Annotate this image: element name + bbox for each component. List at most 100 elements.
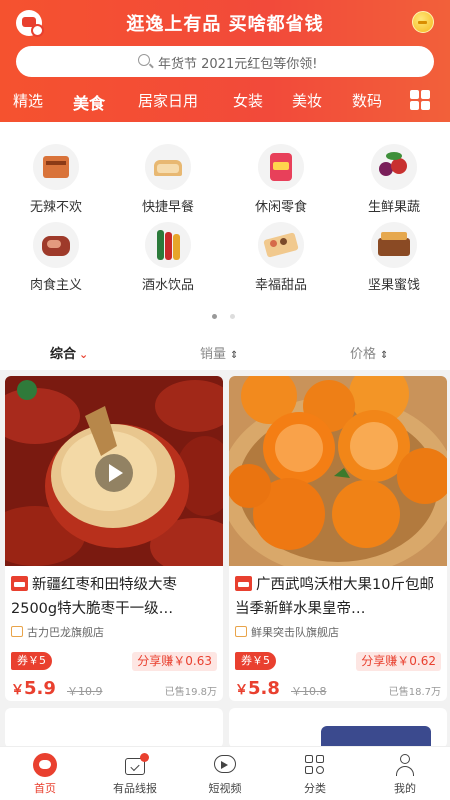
quick-category-item[interactable]: 生鲜果蔬 xyxy=(338,144,450,215)
drinks-bottle-icon xyxy=(145,222,191,268)
tab-mine[interactable]: 我的 xyxy=(360,753,450,796)
fresh-fruit-icon xyxy=(371,144,417,190)
price-currency: ￥ xyxy=(11,683,25,698)
shop-icon xyxy=(235,626,247,637)
quick-category-item[interactable]: 无辣不欢 xyxy=(0,144,112,215)
quick-category-label: 生鲜果蔬 xyxy=(367,200,420,215)
breakfast-bread-icon xyxy=(145,144,191,190)
price: ￥5.8 xyxy=(235,678,280,699)
quick-category-item[interactable]: 酒水饮品 xyxy=(112,222,224,293)
quick-category-item[interactable]: 肉食主义 xyxy=(0,222,112,293)
shop-name-text: 鲜果突击队旗舰店 xyxy=(251,626,339,639)
shop-name-text: 古力巴龙旗舰店 xyxy=(27,626,104,639)
meat-icon xyxy=(33,222,79,268)
tab-category[interactable]: 分类 xyxy=(270,753,360,796)
product-image-oranges[interactable] xyxy=(229,376,447,566)
app-slogan: 逛逸上有品 买啥都省钱 xyxy=(126,14,324,35)
quick-category-item[interactable]: 坚果蜜饯 xyxy=(338,222,450,293)
category-tab-meishi[interactable]: 美食 xyxy=(73,90,105,114)
play-video-icon[interactable] xyxy=(95,454,133,492)
user-profile-icon xyxy=(392,753,418,777)
pagination-dot xyxy=(230,314,235,319)
original-price: ￥10.8 xyxy=(291,685,327,698)
sort-label: 综合 xyxy=(50,347,77,362)
nuts-gift-box-icon xyxy=(371,222,417,268)
sold-count: 已售19.8万 xyxy=(164,687,217,698)
home-icon xyxy=(32,753,58,777)
search-icon xyxy=(138,54,150,66)
short-video-icon xyxy=(212,753,238,777)
top-row: 逛逸上有品 买啥都省钱 xyxy=(0,8,450,38)
app-header: 逛逸上有品 买啥都省钱 年货节 2021元红包等你领! 精选 美食 居家日用 女… xyxy=(0,0,450,122)
quick-category-label: 无辣不欢 xyxy=(29,200,82,215)
sort-price-button[interactable]: 价格 ⇕ xyxy=(350,343,388,362)
shop-name[interactable]: 鲜果突击队旗舰店 xyxy=(235,624,339,640)
quick-category-label: 快捷早餐 xyxy=(141,200,194,215)
carousel-pagination xyxy=(210,314,240,320)
tab-label: 首页 xyxy=(34,782,56,795)
share-earn-button[interactable]: 分享赚￥0.63 xyxy=(132,652,217,671)
search-placeholder: 年货节 2021元红包等你领! xyxy=(158,57,318,72)
snack-bag-icon xyxy=(258,144,304,190)
tab-label: 分类 xyxy=(304,782,326,795)
oranges-image xyxy=(229,376,447,566)
quick-category-item[interactable]: 休闲零食 xyxy=(225,144,337,215)
quick-category-item[interactable]: 快捷早餐 xyxy=(112,144,224,215)
product-card[interactable] xyxy=(5,708,223,748)
coupon-badge[interactable]: 券￥5 xyxy=(235,652,276,670)
category-tab-jujia[interactable]: 居家日用 xyxy=(138,90,198,111)
tab-label: 我的 xyxy=(394,782,416,795)
sort-label: 销量 xyxy=(200,347,227,362)
sort-label: 价格 xyxy=(350,347,377,362)
tab-home[interactable]: 首页 xyxy=(0,753,90,796)
quick-category-grid: 无辣不欢 快捷早餐 休闲零食 生鲜果蔬 肉食主义 酒水饮品 幸福甜品 坚果蜜饯 xyxy=(0,122,450,332)
product-title-text: 广西武鸣沃柑大果10斤包邮当季新鲜水果皇帝… xyxy=(235,577,434,617)
quick-category-label: 休闲零食 xyxy=(254,200,307,215)
tmall-badge-icon xyxy=(235,576,252,591)
quick-category-label: 坚果蜜饯 xyxy=(367,278,420,293)
price-value: 5.9 xyxy=(24,678,56,699)
price-currency: ￥ xyxy=(235,683,249,698)
bottom-tab-bar: 首页 有品线报 短视频 分类 我的 xyxy=(0,746,450,800)
category-tab-shuma[interactable]: 数码 xyxy=(352,90,382,111)
price: ￥5.9 xyxy=(11,678,56,699)
category-grid-icon xyxy=(302,753,328,777)
shop-name[interactable]: 古力巴龙旗舰店 xyxy=(11,624,104,640)
quick-category-item[interactable]: 幸福甜品 xyxy=(225,222,337,293)
quick-category-label: 幸福甜品 xyxy=(254,278,307,293)
product-title-text: 新疆红枣和田特级大枣2500g特大脆枣干一级… xyxy=(11,577,177,617)
original-price: ￥10.9 xyxy=(67,685,103,698)
coupon-badge[interactable]: 券￥5 xyxy=(11,652,52,670)
category-tab-jingxuan[interactable]: 精选 xyxy=(13,90,43,111)
tab-short-video[interactable]: 短视频 xyxy=(180,753,270,796)
sort-updown-icon: ⇕ xyxy=(380,350,389,361)
sold-count: 已售18.7万 xyxy=(388,687,441,698)
dessert-box-icon xyxy=(258,222,304,268)
product-title[interactable]: 广西武鸣沃柑大果10斤包邮当季新鲜水果皇帝… xyxy=(235,573,443,621)
price-value: 5.8 xyxy=(248,678,280,699)
tab-label: 有品线报 xyxy=(113,782,157,795)
share-earn-button[interactable]: 分享赚￥0.62 xyxy=(356,652,441,671)
category-tab-meizhuang[interactable]: 美妆 xyxy=(292,90,322,111)
product-image-partial xyxy=(321,726,431,748)
product-card[interactable]: 广西武鸣沃柑大果10斤包邮当季新鲜水果皇帝… 鲜果突击队旗舰店 券￥5 分享赚￥… xyxy=(229,376,447,701)
sort-updown-icon: ⇕ xyxy=(230,350,239,361)
tab-label: 短视频 xyxy=(208,782,242,795)
product-title[interactable]: 新疆红枣和田特级大枣2500g特大脆枣干一级… xyxy=(11,573,219,621)
sort-comprehensive-button[interactable]: 综合 ⌄ xyxy=(50,343,88,362)
category-tab-nvzhuang[interactable]: 女装 xyxy=(233,90,263,111)
all-categories-grid-icon[interactable] xyxy=(410,90,430,110)
tab-deals-news[interactable]: 有品线报 xyxy=(90,753,180,796)
sort-sales-button[interactable]: 销量 ⇕ xyxy=(200,343,238,362)
pagination-dot-active xyxy=(212,314,217,319)
tmall-badge-icon xyxy=(11,576,28,591)
category-nav: 精选 美食 居家日用 女装 美妆 数码 xyxy=(0,88,450,114)
coin-icon[interactable] xyxy=(412,11,434,33)
product-image-dates[interactable] xyxy=(5,376,223,566)
quick-category-label: 肉食主义 xyxy=(29,278,82,293)
quick-category-label: 酒水饮品 xyxy=(141,278,194,293)
product-card[interactable]: 新疆红枣和田特级大枣2500g特大脆枣干一级… 古力巴龙旗舰店 券￥5 分享赚￥… xyxy=(5,376,223,701)
chevron-down-icon: ⌄ xyxy=(79,348,89,361)
search-input[interactable]: 年货节 2021元红包等你领! xyxy=(16,46,434,77)
product-card[interactable] xyxy=(229,708,447,748)
